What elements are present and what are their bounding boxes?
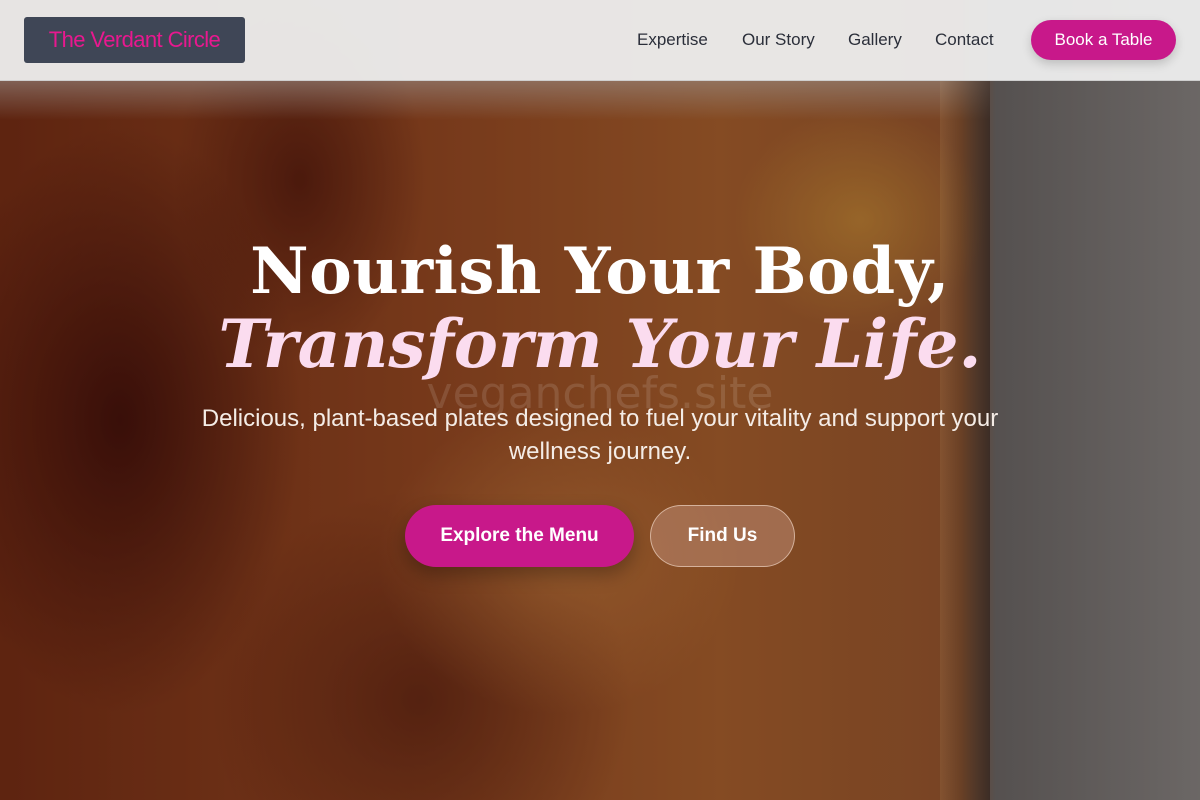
brand-logo[interactable]: The Verdant Circle bbox=[24, 17, 245, 63]
nav-link-expertise[interactable]: Expertise bbox=[637, 30, 708, 50]
explore-menu-button[interactable]: Explore the Menu bbox=[405, 505, 634, 567]
find-us-button[interactable]: Find Us bbox=[650, 505, 795, 567]
hero-title-line2: Transform Your Life. bbox=[218, 305, 982, 383]
nav-link-contact[interactable]: Contact bbox=[935, 30, 994, 50]
book-a-table-button[interactable]: Book a Table bbox=[1031, 20, 1176, 60]
nav-link-gallery[interactable]: Gallery bbox=[848, 30, 902, 50]
hero-title: Nourish Your Body, Transform Your Life. bbox=[0, 234, 1200, 383]
hero-subtitle: Delicious, plant-based plates designed t… bbox=[201, 405, 999, 465]
hero-title-line1: Nourish Your Body, bbox=[250, 234, 950, 309]
site-header: The Verdant Circle Expertise Our Story G… bbox=[0, 0, 1200, 81]
nav-link-our-story[interactable]: Our Story bbox=[742, 30, 815, 50]
